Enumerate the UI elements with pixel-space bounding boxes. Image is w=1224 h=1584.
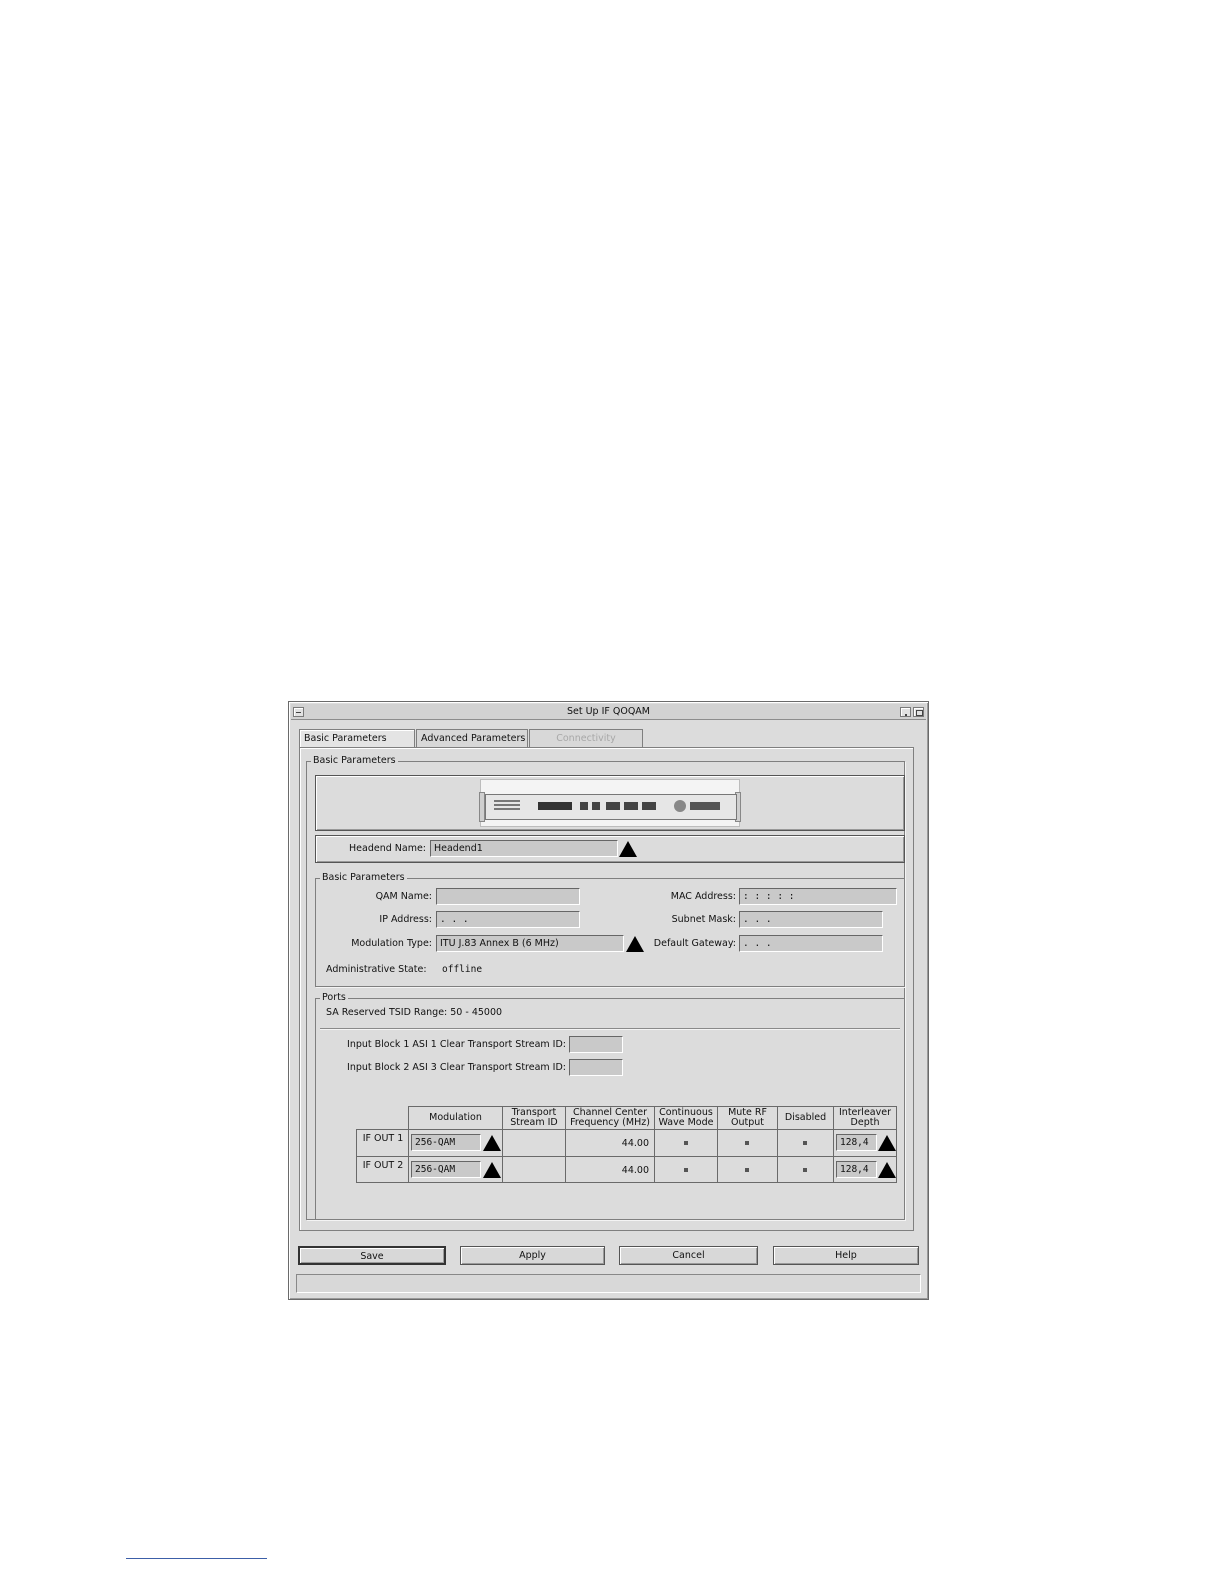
column-header-frequency: Channel Center Frequency (MHz)	[565, 1106, 655, 1130]
basic-parameters-group: Basic Parameters Headend Name: Headend1 …	[306, 755, 905, 1220]
tsid-range-text: SA Reserved TSID Range: 50 - 45000	[326, 1007, 503, 1018]
column-header-disabled: Disabled	[777, 1106, 834, 1130]
ports-group: Ports SA Reserved TSID Range: 50 - 45000…	[315, 992, 905, 1220]
mute-rf-cell	[717, 1129, 778, 1157]
input-block-1-label: Input Block 1 ASI 1 Clear Transport Stre…	[347, 1039, 566, 1050]
maximize-icon[interactable]	[913, 707, 924, 717]
column-header-continuous-wave: Continuous Wave Mode	[654, 1106, 718, 1130]
transport-stream-id-cell[interactable]	[502, 1156, 566, 1183]
modulation-cell: 256-QAM	[408, 1156, 503, 1183]
modulation-type-label: Modulation Type:	[351, 938, 432, 949]
triangle-up-icon[interactable]	[619, 841, 637, 857]
disabled-cell	[777, 1156, 834, 1183]
window-title: Set Up IF QOQAM	[566, 706, 651, 717]
frequency-cell[interactable]: 44.00	[565, 1129, 655, 1157]
triangle-up-icon[interactable]	[878, 1162, 896, 1178]
divider	[320, 1028, 900, 1029]
help-button[interactable]: Help	[773, 1246, 919, 1265]
column-header-transport-stream-id: Transport Stream ID	[502, 1106, 566, 1130]
modulation-field[interactable]: 256-QAM	[411, 1134, 481, 1151]
headend-name-label: Headend Name:	[349, 843, 426, 854]
modulation-field[interactable]: 256-QAM	[411, 1161, 481, 1178]
mute-rf-cell	[717, 1156, 778, 1183]
continuous-wave-checkbox[interactable]	[684, 1168, 688, 1172]
mac-address-field[interactable]: : : : : :	[739, 888, 897, 905]
subgroup-legend: Basic Parameters	[320, 872, 407, 884]
if-output-table: Modulation Transport Stream ID Channel C…	[356, 1106, 900, 1188]
ip-address-label: IP Address:	[379, 914, 432, 925]
input-block-1-tsid-field[interactable]	[569, 1036, 623, 1053]
device-picture-frame	[315, 775, 905, 831]
continuous-wave-cell	[654, 1129, 718, 1157]
modulation-type-field[interactable]: ITU J.83 Annex B (6 MHz)	[436, 935, 624, 952]
interleaver-depth-cell: 128,4	[833, 1129, 897, 1157]
ip-address-field[interactable]: . . .	[436, 911, 580, 928]
ports-legend: Ports	[320, 992, 348, 1004]
setup-dialog: Set Up IF QOQAM Basic Parameters Advance…	[288, 701, 929, 1300]
tab-label: Connectivity	[556, 733, 616, 744]
subnet-mask-field[interactable]: . . .	[739, 911, 883, 928]
basic-parameters-subgroup: Basic Parameters QAM Name: IP Address: .…	[315, 872, 905, 987]
input-block-2-tsid-field[interactable]	[569, 1059, 623, 1076]
disabled-checkbox[interactable]	[803, 1141, 807, 1145]
mac-address-label: MAC Address:	[670, 891, 736, 902]
tab-connectivity[interactable]: Connectivity	[529, 729, 643, 748]
triangle-up-icon[interactable]	[626, 936, 644, 952]
triangle-up-icon[interactable]	[483, 1162, 501, 1178]
default-gateway-label: Default Gateway:	[653, 938, 736, 949]
status-bar	[296, 1274, 921, 1293]
input-block-2-label: Input Block 2 ASI 3 Clear Transport Stre…	[347, 1062, 566, 1073]
triangle-up-icon[interactable]	[878, 1135, 896, 1151]
group-legend: Basic Parameters	[311, 755, 398, 767]
column-header-modulation: Modulation	[408, 1106, 503, 1130]
continuous-wave-cell	[654, 1156, 718, 1183]
qam-device-image	[479, 779, 741, 827]
footnote-separator	[126, 1558, 267, 1559]
interleaver-depth-field[interactable]: 128,4	[836, 1134, 877, 1151]
column-header-mute-rf: Mute RF Output	[717, 1106, 778, 1130]
interleaver-depth-cell: 128,4	[833, 1156, 897, 1183]
modulation-cell: 256-QAM	[408, 1129, 503, 1157]
window-menu-icon[interactable]	[293, 707, 304, 717]
mute-rf-checkbox[interactable]	[745, 1168, 749, 1172]
transport-stream-id-cell[interactable]	[502, 1129, 566, 1157]
frequency-cell[interactable]: 44.00	[565, 1156, 655, 1183]
continuous-wave-checkbox[interactable]	[684, 1141, 688, 1145]
tab-label: Basic Parameters	[304, 733, 387, 744]
subnet-mask-label: Subnet Mask:	[671, 914, 736, 925]
default-gateway-field[interactable]: . . .	[739, 935, 883, 952]
disabled-checkbox[interactable]	[803, 1168, 807, 1172]
administrative-state-value: offline	[442, 964, 483, 975]
title-bar[interactable]: Set Up IF QOQAM	[291, 704, 926, 720]
qam-name-field[interactable]	[436, 888, 580, 905]
tab-advanced-parameters[interactable]: Advanced Parameters	[416, 729, 528, 748]
minimize-icon[interactable]	[900, 707, 911, 717]
administrative-state-label: Administrative State:	[326, 964, 427, 975]
tab-panel: Basic Parameters Headend Name: Headend1 …	[299, 747, 914, 1231]
cancel-button[interactable]: Cancel	[619, 1246, 758, 1265]
row-label-if-out-2: IF OUT 2	[356, 1156, 409, 1183]
tab-label: Advanced Parameters	[421, 733, 526, 744]
triangle-up-icon[interactable]	[483, 1135, 501, 1151]
qam-name-label: QAM Name:	[375, 891, 432, 902]
interleaver-depth-field[interactable]: 128,4	[836, 1161, 877, 1178]
column-header-interleaver-depth: Interleaver Depth	[833, 1106, 897, 1130]
tab-basic-parameters[interactable]: Basic Parameters	[299, 729, 415, 749]
apply-button[interactable]: Apply	[460, 1246, 605, 1265]
disabled-cell	[777, 1129, 834, 1157]
headend-name-field[interactable]: Headend1	[430, 840, 618, 857]
row-label-if-out-1: IF OUT 1	[356, 1129, 409, 1157]
headend-row: Headend Name: Headend1	[315, 835, 905, 863]
save-button[interactable]: Save	[298, 1246, 446, 1265]
mute-rf-checkbox[interactable]	[745, 1141, 749, 1145]
